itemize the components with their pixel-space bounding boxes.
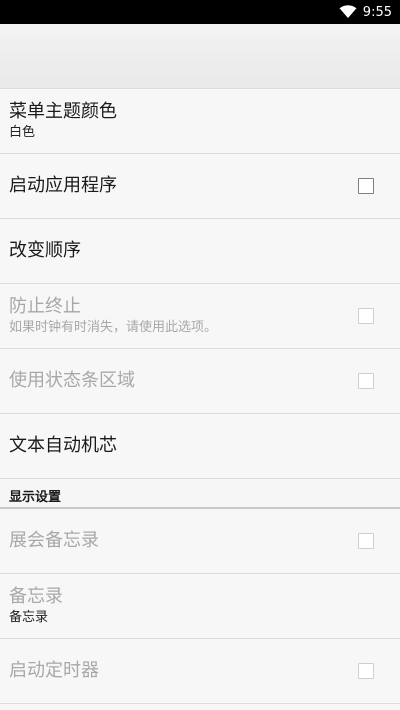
status-indicators: 9:55 — [339, 0, 392, 24]
setting-title: 启动定时器 — [9, 660, 99, 681]
setting-change-order[interactable]: 改变顺序 — [0, 219, 400, 284]
setting-title: 菜单主题颜色 — [9, 101, 117, 122]
start-timer-checkbox[interactable] — [358, 663, 374, 679]
setting-summary: 白色 — [9, 125, 36, 140]
setting-summary: 如果时钟有时消失，请使用此选项。 — [9, 320, 218, 335]
wifi-icon — [339, 5, 357, 18]
setting-show-memo[interactable]: 展会备忘录 — [0, 509, 400, 574]
setting-text: 启动应用程序 — [0, 175, 117, 197]
setting-text-auto-movement[interactable]: 文本自动机芯 — [0, 414, 400, 479]
status-time: 9:55 — [362, 4, 392, 20]
setting-text: 防止终止 如果时钟有时消失，请使用此选项。 — [0, 296, 217, 336]
prevent-termination-checkbox[interactable] — [358, 308, 374, 324]
setting-memo[interactable]: 备忘录 备忘录 — [0, 574, 400, 639]
setting-menu-theme-color[interactable]: 菜单主题颜色 白色 — [0, 89, 400, 154]
section-header-display-settings: 显示设置 — [0, 479, 400, 509]
toolbar — [0, 24, 400, 89]
setting-title: 启动应用程序 — [9, 175, 117, 196]
setting-text: 展会备忘录 — [0, 530, 99, 552]
setting-title: 使用状态条区域 — [9, 370, 135, 391]
setting-title: 展会备忘录 — [9, 530, 99, 551]
setting-summary: 备忘录 — [9, 610, 49, 625]
setting-prevent-termination[interactable]: 防止终止 如果时钟有时消失，请使用此选项。 — [0, 284, 400, 349]
setting-text: 菜单主题颜色 白色 — [0, 101, 117, 141]
setting-text: 备忘录 备忘录 — [0, 586, 63, 626]
setting-text: 文本自动机芯 — [0, 435, 117, 457]
status-bar: 9:55 — [0, 0, 400, 24]
show-memo-checkbox[interactable] — [358, 533, 374, 549]
setting-title: 文本自动机芯 — [9, 435, 117, 456]
setting-title: 防止终止 — [9, 296, 81, 317]
use-status-bar-area-checkbox[interactable] — [358, 373, 374, 389]
setting-text: 使用状态条区域 — [0, 370, 135, 392]
setting-use-status-bar-area[interactable]: 使用状态条区域 — [0, 349, 400, 414]
list-bottom-spacer — [0, 704, 400, 709]
setting-title: 改变顺序 — [9, 240, 81, 261]
setting-launch-app[interactable]: 启动应用程序 — [0, 154, 400, 219]
setting-text: 改变顺序 — [0, 240, 81, 262]
setting-title: 备忘录 — [9, 586, 63, 607]
launch-app-checkbox[interactable] — [358, 178, 374, 194]
setting-start-timer[interactable]: 启动定时器 — [0, 639, 400, 704]
setting-text: 启动定时器 — [0, 660, 99, 682]
